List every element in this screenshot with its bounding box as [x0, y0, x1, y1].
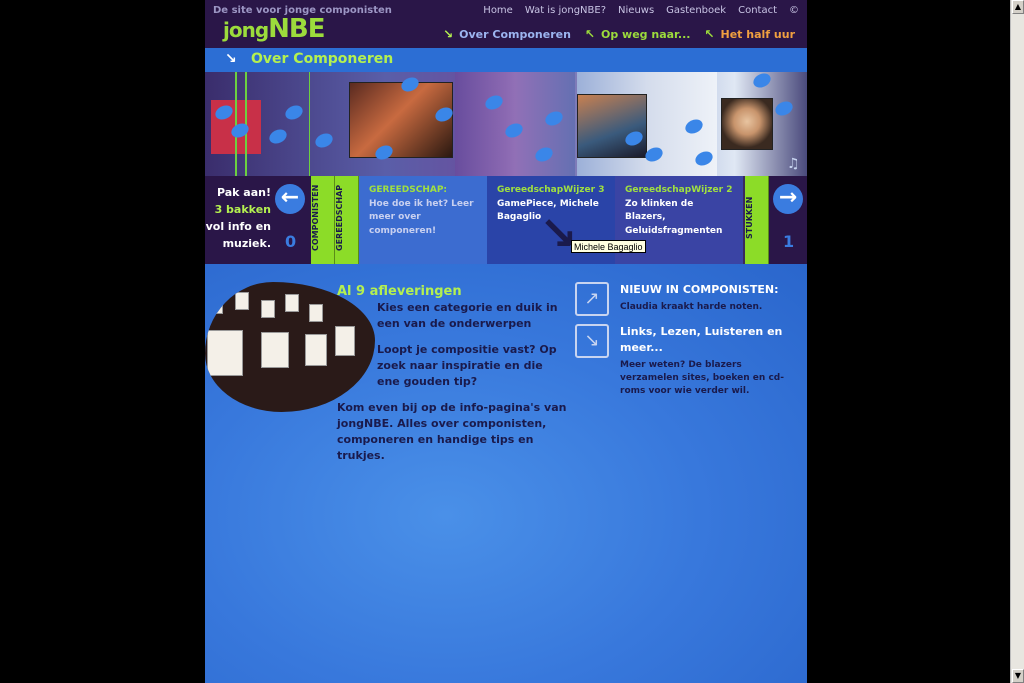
- nav-gastenboek[interactable]: Gastenboek: [666, 5, 726, 16]
- arrow-right-icon[interactable]: →: [773, 184, 803, 214]
- scroll-down-icon[interactable]: ▼: [1012, 669, 1024, 683]
- card-text: Hoe doe ik het? Leer meer over componere…: [369, 198, 474, 236]
- card-heading: GEREEDSCHAP:: [369, 185, 448, 195]
- pak-aan-text: Pak aan! 3 bakken vol info en muziek.: [205, 176, 275, 264]
- paper-sheet: [209, 296, 223, 314]
- banner-collage: ♫: [205, 72, 807, 176]
- pak-aan-line: 3 bakken: [214, 203, 271, 216]
- intro-text: Al 9 afleveringen Kies een categorie en …: [337, 284, 567, 474]
- news-heading: NIEUW IN COMPONISTEN:: [620, 283, 779, 296]
- news-column: ↗ NIEUW IN COMPONISTEN: Claudia kraakt h…: [575, 282, 795, 408]
- music-note-icon: ♫: [787, 156, 800, 172]
- pak-aan-line: muziek.: [222, 237, 271, 250]
- section-bar: ↘ Over Componeren: [205, 48, 807, 72]
- scrollbar[interactable]: ▲ ▼: [1010, 0, 1024, 683]
- next-panel: → 1: [769, 176, 807, 264]
- sub-navigation: ↘ Over Componeren ↖ Op weg naar... ↖ Het…: [443, 27, 795, 41]
- intro-paragraph: Kies een categorie en duik in een van de…: [377, 301, 558, 330]
- nav-nieuws[interactable]: Nieuws: [618, 5, 654, 16]
- arrow-down-right-icon: ↘: [443, 27, 454, 41]
- tab-stukken[interactable]: STUKKEN: [745, 176, 769, 264]
- intro-title: Al 9 afleveringen: [337, 284, 462, 299]
- logo-suffix: NBE: [268, 14, 325, 44]
- card-text: Zo klinken de Blazers, Geluidsfragmenten: [625, 198, 723, 236]
- intro-paragraph: Loopt je compositie vast? Op zoek naar i…: [377, 343, 557, 388]
- tab-componisten[interactable]: COMPONISTEN: [311, 176, 335, 264]
- paper-sheet: [207, 330, 243, 376]
- category-navigation: Pak aan! 3 bakken vol info en muziek. ← …: [205, 176, 807, 264]
- green-line: [309, 72, 310, 176]
- news-body: Meer weten? De blazers verzamelen sites,…: [620, 360, 784, 396]
- pak-aan-line: Pak aan!: [216, 186, 271, 199]
- logo-prefix: jong: [223, 18, 269, 42]
- intro-paragraph: Kom even bij op de info-pagina's van jon…: [337, 401, 567, 462]
- nav-wat-is[interactable]: Wat is jongNBE?: [525, 5, 606, 16]
- card-heading: GereedschapWijzer 3: [497, 185, 605, 195]
- nav-contact[interactable]: Contact: [738, 5, 777, 16]
- tooltip: Michele Bagaglio: [571, 240, 646, 253]
- page: De site voor jonge componisten jongNBE H…: [205, 0, 807, 683]
- cellist-photo: [577, 94, 647, 158]
- next-count: 1: [783, 232, 795, 251]
- news-body: Claudia kraakt harde noten.: [620, 302, 763, 312]
- blob: [751, 72, 773, 91]
- blob: [267, 126, 289, 147]
- subnav-label: Het half uur: [720, 27, 795, 41]
- tab-gereedschap[interactable]: GEREEDSCHAP: [335, 176, 359, 264]
- previous-count: 0: [285, 232, 297, 251]
- blob: [283, 102, 305, 123]
- subnav-op-weg-naar[interactable]: ↖ Op weg naar...: [585, 27, 691, 41]
- subnav-label: Over Componeren: [459, 27, 571, 41]
- card-heading: GereedschapWijzer 2: [625, 185, 733, 195]
- main-content: Al 9 afleveringen Kies een categorie en …: [205, 264, 807, 683]
- arrow-down-right-icon: ↘: [225, 51, 237, 67]
- site-logo[interactable]: jongNBE: [223, 14, 326, 44]
- site-header: De site voor jonge componisten jongNBE H…: [205, 0, 807, 48]
- top-navigation: Home Wat is jongNBE? Nieuws Gastenboek C…: [483, 5, 799, 16]
- arrow-down-icon: ↘: [575, 324, 609, 358]
- scroll-up-icon[interactable]: ▲: [1012, 0, 1024, 14]
- news-item[interactable]: ↘ Links, Lezen, Luisteren en meer... Mee…: [575, 324, 795, 398]
- nav-copyright[interactable]: ©: [789, 5, 799, 16]
- paper-sheet: [305, 334, 327, 366]
- blob: [773, 98, 795, 119]
- card-gereedschap[interactable]: GEREEDSCHAP: Hoe doe ik het? Leer meer o…: [359, 176, 487, 264]
- arrow-up-left-icon: ↖: [704, 27, 715, 41]
- section-title: Over Componeren: [251, 51, 394, 67]
- paper-sheet: [261, 300, 275, 318]
- subnav-label: Op weg naar...: [601, 27, 691, 41]
- portrait-photo: [721, 98, 773, 150]
- previous-panel: ← 0: [275, 176, 311, 264]
- news-item[interactable]: ↗ NIEUW IN COMPONISTEN: Claudia kraakt h…: [575, 282, 795, 316]
- arrow-up-left-icon: ↖: [584, 27, 595, 41]
- arrow-left-icon[interactable]: ←: [275, 184, 305, 214]
- arrow-up-icon: ↗: [575, 282, 609, 316]
- blob: [313, 130, 335, 151]
- news-heading: Links, Lezen, Luisteren en meer...: [620, 325, 783, 354]
- paper-sheet: [285, 294, 299, 312]
- paper-sheet: [309, 304, 323, 322]
- subnav-het-half-uur[interactable]: ↖ Het half uur: [704, 27, 795, 41]
- nav-home[interactable]: Home: [483, 5, 513, 16]
- subnav-over-componeren[interactable]: ↘ Over Componeren: [443, 27, 571, 41]
- paper-sheet: [235, 292, 249, 310]
- paper-sheet: [261, 332, 289, 368]
- pak-aan-line: vol info en: [205, 220, 271, 233]
